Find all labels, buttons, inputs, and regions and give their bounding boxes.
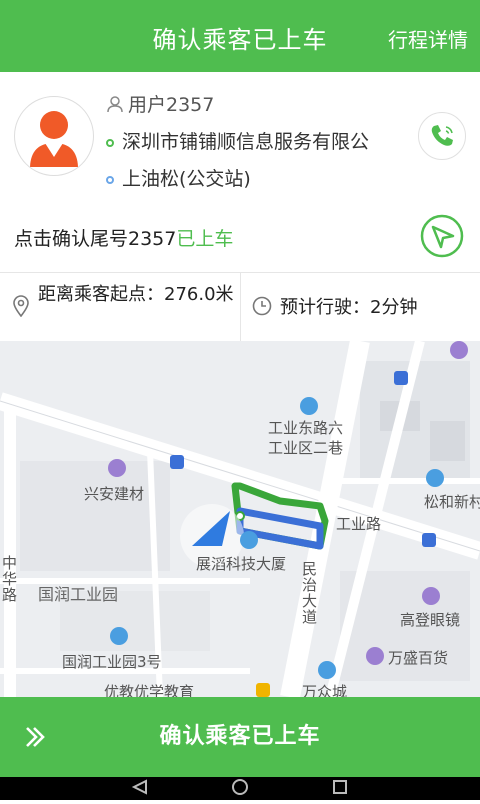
- bus-stop-icon: [422, 533, 436, 547]
- clock-icon: [252, 296, 272, 316]
- status-bar: [0, 0, 480, 8]
- passenger-card: 用户2357 深圳市铺铺顺信息服务有限公 上油松(公交站): [0, 72, 480, 201]
- user-icon: [107, 96, 123, 113]
- eta-label: 预计行驶：2分钟: [280, 297, 418, 318]
- system-nav-bar: [0, 777, 480, 800]
- shop-icon: [366, 647, 384, 665]
- destination-label: 上油松(公交站): [122, 168, 251, 190]
- building-icon: [426, 469, 444, 487]
- pickup-label: 深圳市铺铺顺信息服务有限公: [122, 131, 370, 153]
- shop-icon: [108, 459, 126, 477]
- building-icon: [110, 627, 128, 645]
- map-label: 国润工业园3号: [62, 653, 162, 671]
- building-icon: [300, 397, 318, 415]
- trip-info-row: 距离乘客起点：276.0米 预计行驶：2分钟: [0, 273, 480, 342]
- shop-icon: [256, 683, 270, 697]
- bus-stop-icon: [170, 455, 184, 469]
- map-label: 高登眼镜: [400, 611, 461, 629]
- map-label: 展滔科技大厦: [196, 555, 287, 573]
- pickup-address: 深圳市铺铺顺信息服务有限公: [106, 127, 369, 154]
- map-label: 中华路: [2, 554, 18, 604]
- shop-icon: [450, 341, 468, 359]
- navigation-icon: [420, 214, 464, 258]
- map-roads: [0, 341, 480, 697]
- building-icon: [318, 661, 336, 679]
- map-label: 工业区二巷: [268, 439, 344, 457]
- distance-label: 距离乘客起点：276.0米: [38, 284, 234, 305]
- trip-detail-link[interactable]: 行程详情: [388, 8, 468, 72]
- passenger-user: 用户2357: [106, 90, 214, 117]
- map-label: 万众城: [302, 683, 348, 697]
- map-view[interactable]: 工业东路六 工业区二巷 兴安建材 中华路 国润工业园 国润工业园3号 展滔科技大…: [0, 341, 480, 697]
- start-dot-icon: [106, 138, 114, 147]
- confirm-highlight: 已上车: [176, 228, 234, 250]
- avatar: [14, 96, 94, 176]
- top-header: 确认乘客已上车 行程详情: [0, 8, 480, 72]
- location-pin-icon: [13, 295, 29, 317]
- divider: [240, 273, 241, 341]
- shop-icon: [422, 587, 440, 605]
- phone-icon: [431, 125, 453, 146]
- navigate-button[interactable]: [420, 214, 464, 258]
- bus-stop-icon: [394, 371, 408, 385]
- confirm-pickup-button[interactable]: 确认乘客已上车: [0, 697, 480, 777]
- back-icon: [131, 779, 147, 795]
- home-icon: [232, 779, 248, 795]
- end-dot-icon: [106, 175, 114, 184]
- recents-icon: [333, 780, 347, 794]
- confirm-bar[interactable]: 确认乘客已上车: [0, 697, 480, 777]
- map-label: 优教优学教育: [104, 683, 195, 697]
- building-icon: [240, 531, 258, 549]
- map-label: 工业路: [336, 515, 382, 533]
- map-label: 万盛百货: [388, 649, 449, 667]
- map-label: 兴安建材: [84, 485, 145, 503]
- map-label: 松和新村: [424, 493, 480, 511]
- distance-info: 距离乘客起点：276.0米: [12, 283, 238, 317]
- destination-address: 上油松(公交站): [106, 164, 251, 191]
- confirm-text: 点击确认尾号2357已上车: [14, 224, 233, 251]
- nav-buttons: [131, 779, 347, 795]
- map-label: 民治大道: [302, 560, 318, 626]
- user-label: 用户2357: [128, 94, 215, 116]
- eta-info: 预计行驶：2分钟: [252, 293, 417, 319]
- confirm-row: 点击确认尾号2357已上车: [0, 200, 480, 273]
- call-button[interactable]: [418, 112, 466, 160]
- map-label: 工业东路六: [268, 419, 344, 437]
- map-label: 国润工业园: [38, 585, 119, 604]
- confirm-prefix: 点击确认尾号2357: [14, 228, 177, 250]
